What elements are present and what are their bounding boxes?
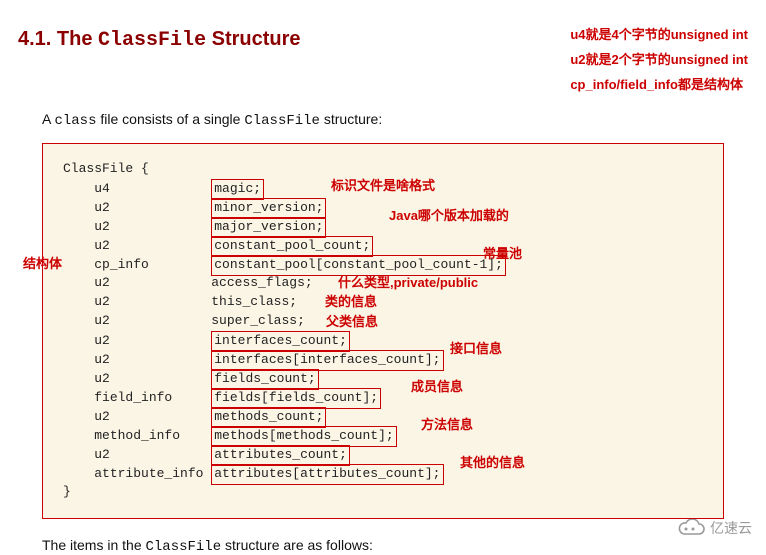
field-declaration: interfaces[interfaces_count]; bbox=[211, 350, 443, 371]
field-declaration: minor_version; bbox=[211, 198, 326, 219]
code-line: u2 access_flags; 什么类型,private/public bbox=[63, 274, 703, 293]
field-annotation: 父类信息 bbox=[326, 313, 378, 332]
field-declaration: fields[fields_count]; bbox=[211, 388, 381, 409]
heading-structure: Structure bbox=[212, 28, 301, 50]
code-line: u2 interfaces_count; bbox=[63, 331, 703, 350]
field-annotation: 其他的信息 bbox=[460, 454, 525, 473]
code-line: cp_info constant_pool[constant_pool_coun… bbox=[63, 255, 703, 274]
field-annotation: 成员信息 bbox=[411, 378, 463, 397]
field-declaration: interfaces_count; bbox=[211, 331, 350, 352]
field-type: u2 bbox=[94, 274, 211, 293]
code-line: u2 major_version;Java哪个版本加载的 bbox=[63, 217, 703, 236]
struct-label: 结构体 bbox=[23, 255, 62, 274]
intro-text: A class file consists of a single ClassF… bbox=[0, 99, 766, 129]
field-type: method_info bbox=[94, 427, 211, 446]
field-type: u2 bbox=[94, 218, 211, 237]
field-declaration: constant_pool[constant_pool_count-1]; bbox=[211, 255, 506, 276]
field-declaration: fields_count; bbox=[211, 369, 318, 390]
field-type: u2 bbox=[94, 293, 211, 312]
field-annotation: 标识文件是啥格式 bbox=[331, 177, 435, 196]
code-line: attribute_info attributes[attributes_cou… bbox=[63, 464, 703, 483]
field-type: u2 bbox=[94, 332, 211, 351]
field-type: u2 bbox=[94, 199, 211, 218]
watermark-text: 亿速云 bbox=[710, 518, 752, 538]
code-line: u2 interfaces[interfaces_count];接口信息 bbox=[63, 350, 703, 369]
field-annotation: Java哪个版本加载的 bbox=[389, 207, 509, 226]
cloud-icon bbox=[676, 519, 706, 537]
field-declaration: super_class; bbox=[211, 312, 305, 331]
field-type: u2 bbox=[94, 370, 211, 389]
field-declaration: attributes_count; bbox=[211, 445, 350, 466]
field-declaration: constant_pool_count; bbox=[211, 236, 373, 257]
field-type: attribute_info bbox=[94, 465, 211, 484]
field-type: u2 bbox=[94, 446, 211, 465]
field-declaration: attributes[attributes_count]; bbox=[211, 464, 443, 485]
section-heading: 4.1. The ClassFile Structure bbox=[0, 0, 570, 99]
field-declaration: magic; bbox=[211, 179, 264, 200]
field-type: u2 bbox=[94, 351, 211, 370]
code-line: u4 magic; 标识文件是啥格式 bbox=[63, 179, 703, 198]
side-anno-u2: u2就是2个字节的unsigned int bbox=[570, 49, 748, 68]
heading-classfile: ClassFile bbox=[98, 29, 206, 52]
outro-text: The items in the ClassFile structure are… bbox=[0, 519, 766, 555]
side-anno-u4: u4就是4个字节的unsigned int bbox=[570, 24, 748, 43]
field-declaration: this_class; bbox=[211, 293, 297, 312]
field-type: u2 bbox=[94, 312, 211, 331]
code-line: u2 fields_count; bbox=[63, 369, 703, 388]
struct-close: } bbox=[63, 483, 703, 502]
code-line: u2 constant_pool_count; bbox=[63, 236, 703, 255]
code-line: field_info fields[fields_count];成员信息 bbox=[63, 388, 703, 407]
heading-number: 4.1. bbox=[18, 28, 51, 50]
field-declaration: major_version; bbox=[211, 217, 326, 238]
code-line: u2 methods_count; bbox=[63, 407, 703, 426]
field-annotation: 什么类型,private/public bbox=[338, 274, 478, 293]
field-annotation: 接口信息 bbox=[450, 340, 502, 359]
field-type: u2 bbox=[94, 237, 211, 256]
field-type: u2 bbox=[94, 408, 211, 427]
code-line: method_info methods[methods_count];方法信息 bbox=[63, 426, 703, 445]
code-line: u2 super_class; 父类信息 bbox=[63, 312, 703, 331]
code-line: u2 attributes_count; bbox=[63, 445, 703, 464]
watermark: 亿速云 bbox=[676, 518, 752, 538]
code-line: u2 this_class; 类的信息 bbox=[63, 293, 703, 312]
field-declaration: methods[methods_count]; bbox=[211, 426, 396, 447]
side-anno-struct: cp_info/field_info都是结构体 bbox=[570, 74, 748, 93]
heading-the: The bbox=[57, 28, 93, 50]
field-annotation: 方法信息 bbox=[421, 416, 473, 435]
code-line: u2 minor_version; bbox=[63, 198, 703, 217]
field-type: field_info bbox=[94, 389, 211, 408]
code-block: ClassFile { u4 magic;标识文件是啥格式 u2 minor_v… bbox=[42, 143, 724, 519]
field-type: cp_info bbox=[94, 256, 211, 275]
field-type: u4 bbox=[94, 180, 211, 199]
field-annotation: 类的信息 bbox=[325, 293, 377, 312]
field-annotation: 常量池 bbox=[483, 245, 522, 264]
field-declaration: access_flags; bbox=[211, 274, 312, 293]
side-annotations: u4就是4个字节的unsigned int u2就是2个字节的unsigned … bbox=[570, 0, 766, 99]
field-declaration: methods_count; bbox=[211, 407, 326, 428]
